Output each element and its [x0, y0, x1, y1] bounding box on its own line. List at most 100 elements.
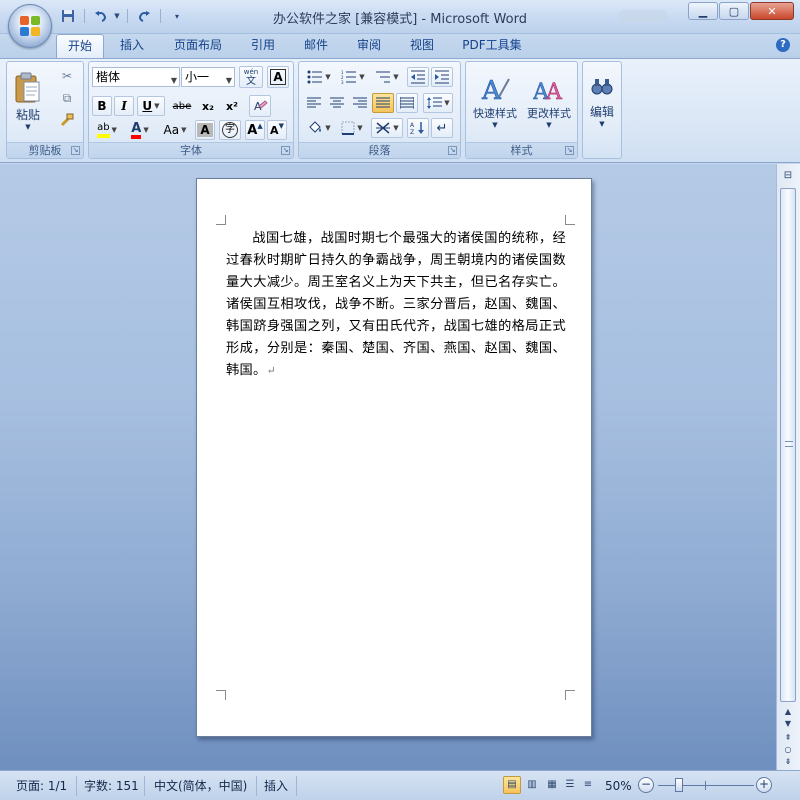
grow-font-button[interactable]: A ▲: [245, 120, 265, 140]
tab-mailings[interactable]: 邮件: [294, 34, 338, 58]
bold-label: B: [97, 99, 107, 113]
zoom-slider[interactable]: [658, 785, 754, 786]
draft-view-icon[interactable]: ≡: [579, 776, 597, 794]
shrink-font-button[interactable]: A ▼: [267, 120, 287, 140]
quick-styles-label: 快速样式: [473, 107, 517, 120]
multilevel-list-button[interactable]: ▼: [371, 67, 403, 87]
font-color-button[interactable]: A ▼: [125, 120, 155, 140]
font-launcher-icon[interactable]: ↘: [281, 146, 290, 155]
align-center-button[interactable]: [326, 93, 348, 113]
maximize-icon: ▢: [728, 4, 740, 18]
font-color-label: A: [131, 122, 142, 139]
zoom-out-icon[interactable]: −: [638, 777, 654, 793]
document-page[interactable]: 战国七雄，战国时期七个最强大的诸侯国的统称，经过春秋时期旷日持久的争霸战争，周王…: [196, 178, 592, 737]
align-right-button[interactable]: [349, 93, 371, 113]
status-word-count[interactable]: 字数: 151: [84, 778, 139, 794]
superscript-button[interactable]: x²: [221, 96, 243, 116]
borders-icon: [341, 121, 355, 135]
distributed-button[interactable]: [396, 93, 418, 113]
full-screen-reading-icon[interactable]: ▥: [523, 776, 541, 794]
next-page-icon[interactable]: ⇟: [779, 754, 797, 770]
outline-view-icon[interactable]: ☰: [561, 776, 579, 794]
bullets-button[interactable]: ▼: [303, 67, 335, 87]
group-styles: A 快速样式 ▼ AA 更改样式 ▼ 样式 ↘: [465, 61, 578, 159]
change-styles-button[interactable]: AA 更改样式 ▼: [523, 64, 575, 138]
print-layout-view-icon[interactable]: ▤: [503, 776, 521, 794]
window-title: 办公软件之家 [兼容模式] - Microsoft Word: [273, 12, 527, 27]
close-button[interactable]: ✕: [750, 2, 794, 20]
line-spacing-button[interactable]: ▼: [423, 93, 453, 113]
italic-button[interactable]: I: [114, 96, 134, 116]
zoom-slider-midpoint: [705, 781, 706, 790]
margin-corner-top-right: [565, 215, 575, 225]
chinese-layout-button[interactable]: ▼: [371, 118, 403, 138]
highlight-label: ab: [97, 122, 110, 138]
status-language[interactable]: 中文(简体，中国): [154, 778, 247, 794]
underline-button[interactable]: U ▼: [137, 96, 165, 116]
office-button[interactable]: [8, 4, 52, 48]
tab-insert[interactable]: 插入: [110, 34, 154, 58]
clipboard-launcher-icon[interactable]: ↘: [71, 146, 80, 155]
decrease-indent-button[interactable]: [407, 67, 429, 87]
tab-review[interactable]: 审阅: [346, 34, 392, 58]
view-ruler-icon[interactable]: ⊟: [781, 170, 795, 184]
char-border-button[interactable]: A: [267, 66, 289, 88]
show-marks-button[interactable]: ↵: [431, 118, 453, 138]
clear-formatting-button[interactable]: A: [249, 95, 271, 117]
justify-button[interactable]: [372, 93, 394, 113]
styles-launcher-icon[interactable]: ↘: [565, 146, 574, 155]
paste-icon: [15, 72, 40, 102]
font-name-combo[interactable]: 楷体 ▼: [92, 67, 180, 87]
tab-page-layout[interactable]: 页面布局: [164, 34, 232, 58]
web-layout-view-icon[interactable]: ▦: [543, 776, 561, 794]
paragraph-launcher-icon[interactable]: ↘: [448, 146, 457, 155]
font-size-value: 小一: [185, 70, 210, 84]
quick-styles-button[interactable]: A 快速样式 ▼: [469, 64, 521, 138]
document-area[interactable]: 战国七雄，战国时期七个最强大的诸侯国的统称，经过春秋时期旷日持久的争霸战争，周王…: [0, 164, 776, 770]
minimize-button[interactable]: ▁: [688, 2, 718, 20]
paste-button[interactable]: 粘贴 ▼: [11, 64, 45, 138]
format-painter-button[interactable]: [57, 110, 77, 130]
cut-button[interactable]: ✂: [57, 66, 77, 86]
char-shading-button[interactable]: A: [195, 120, 215, 140]
margin-corner-top-left: [216, 215, 226, 225]
highlight-button[interactable]: ab ▼: [92, 120, 122, 140]
bold-button[interactable]: B: [92, 96, 112, 116]
zoom-level[interactable]: 50%: [605, 778, 632, 794]
scroll-thumb[interactable]: [780, 188, 796, 702]
tab-view[interactable]: 视图: [400, 34, 444, 58]
increase-indent-button[interactable]: [431, 67, 453, 87]
decrease-indent-icon: [411, 70, 425, 84]
enclose-char-label: 字: [222, 122, 238, 138]
group-clipboard: 粘贴 ▼ ✂ ⧉ 剪贴板 ↘: [6, 61, 84, 159]
tab-home[interactable]: 开始: [56, 34, 104, 58]
document-body[interactable]: 战国七雄，战国时期七个最强大的诸侯国的统称，经过春秋时期旷日持久的争霸战争，周王…: [226, 228, 566, 382]
maximize-button[interactable]: ▢: [719, 2, 749, 20]
font-name-value: 楷体: [96, 70, 121, 84]
font-size-combo[interactable]: 小一 ▼: [181, 67, 235, 87]
help-icon[interactable]: ?: [776, 38, 790, 52]
change-case-button[interactable]: Aa ▼: [159, 120, 191, 140]
zoom-slider-thumb[interactable]: [675, 778, 683, 792]
group-font: 楷体 ▼ 小一 ▼ wén 文 A B I U ▼ abe x₂ x² A ab…: [88, 61, 294, 159]
editing-button[interactable]: 编辑 ▼: [585, 64, 619, 138]
enclose-char-button[interactable]: 字: [219, 120, 241, 140]
strikethrough-button[interactable]: abe: [169, 96, 195, 116]
vertical-scrollbar[interactable]: ⊟ ▲ ▼ ⇞ ○ ⇟: [776, 164, 800, 770]
numbering-button[interactable]: 123 ▼: [337, 67, 369, 87]
zoom-in-icon[interactable]: +: [756, 777, 772, 793]
paragraph-text: 战国七雄，战国时期七个最强大的诸侯国的统称，经过春秋时期旷日持久的争霸战争，周王…: [226, 231, 566, 378]
align-left-icon: [307, 97, 321, 108]
copy-button[interactable]: ⧉: [57, 88, 77, 108]
tab-pdf-tools[interactable]: PDF工具集: [456, 34, 528, 58]
sort-button[interactable]: AZ: [407, 118, 429, 138]
status-page[interactable]: 页面: 1/1: [16, 778, 67, 794]
tab-references[interactable]: 引用: [240, 34, 286, 58]
borders-button[interactable]: ▼: [337, 118, 367, 138]
align-left-button[interactable]: [303, 93, 325, 113]
subscript-button[interactable]: x₂: [197, 96, 219, 116]
shading-button[interactable]: ▼: [303, 118, 335, 138]
binoculars-icon: [591, 78, 613, 94]
phonetic-guide-button[interactable]: wén 文: [239, 66, 263, 88]
status-insert-mode[interactable]: 插入: [264, 778, 288, 794]
